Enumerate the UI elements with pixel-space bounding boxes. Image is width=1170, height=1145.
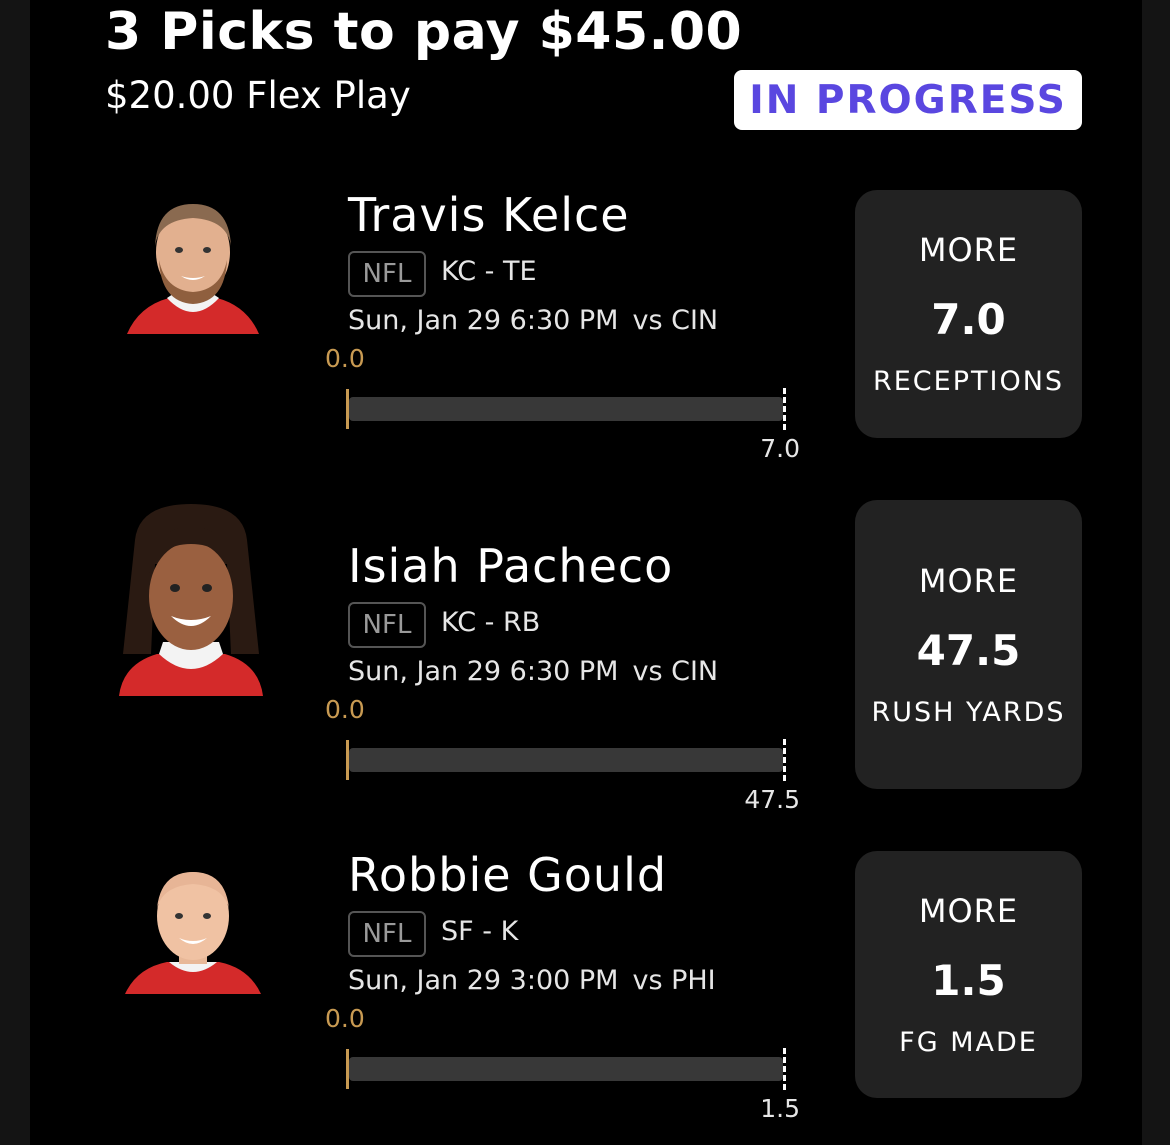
stat-type: RECEPTIONS: [872, 366, 1065, 397]
league-badge: NFL: [348, 911, 426, 957]
player-name: Isiah Pacheco: [348, 539, 674, 593]
right-gutter: [1142, 0, 1170, 1145]
game-time: Sun, Jan 29 6:30 PM: [348, 656, 619, 687]
projection-card[interactable]: MORE 47.5 RUSH YARDS: [855, 500, 1082, 789]
opponent: vs PHI: [632, 965, 716, 996]
opponent: vs CIN: [632, 305, 719, 336]
status-badge: IN PROGRESS: [734, 70, 1082, 130]
player-avatar: [121, 868, 265, 994]
game-info: Sun, Jan 29 6:30 PM vs CIN: [348, 305, 718, 336]
stat-type: FG MADE: [899, 1026, 1038, 1058]
team-position: KC - RB: [441, 607, 541, 638]
league-badge: NFL: [348, 602, 426, 648]
projection-line: 7.0: [931, 295, 1006, 344]
player-name: Robbie Gould: [348, 848, 668, 902]
progress-goal-marker: [783, 388, 786, 430]
team-position: KC - TE: [441, 256, 537, 287]
game-time: Sun, Jan 29 3:00 PM: [348, 965, 619, 996]
game-info: Sun, Jan 29 3:00 PM vs PHI: [348, 965, 716, 996]
projection-line: 47.5: [916, 625, 1021, 675]
left-gutter: [0, 0, 30, 1145]
game-info: Sun, Jan 29 6:30 PM vs CIN: [348, 656, 718, 687]
entry-subtitle: $20.00 Flex Play: [105, 74, 411, 117]
progress-goal-marker: [783, 739, 786, 781]
projection-card[interactable]: MORE 1.5 FG MADE: [855, 851, 1082, 1098]
player-avatar: [121, 198, 265, 334]
player-avatar: [119, 504, 263, 696]
progress-current: 0.0: [325, 695, 365, 724]
pick-direction: MORE: [918, 891, 1019, 930]
opponent: vs CIN: [632, 656, 719, 687]
progress-current: 0.0: [325, 344, 365, 373]
team-position: SF - K: [441, 916, 519, 947]
pick-direction: MORE: [918, 231, 1019, 269]
projection-line: 1.5: [931, 955, 1006, 1005]
player-name: Travis Kelce: [348, 188, 630, 242]
pick-direction: MORE: [918, 561, 1019, 600]
projection-card[interactable]: MORE 7.0 RECEPTIONS: [855, 190, 1082, 438]
progress-goal-marker: [783, 1048, 786, 1090]
progress-current: 0.0: [325, 1004, 365, 1033]
league-badge: NFL: [348, 251, 426, 297]
entry-title: 3 Picks to pay $45.00: [105, 2, 743, 62]
progress-goal-label: 1.5: [760, 1094, 800, 1123]
progress-bar: [349, 1057, 783, 1081]
game-time: Sun, Jan 29 6:30 PM: [348, 305, 619, 336]
progress-bar: [349, 397, 783, 421]
progress-goal-label: 7.0: [760, 434, 800, 463]
progress-bar: [349, 748, 783, 772]
stat-type: RUSH YARDS: [871, 696, 1066, 728]
progress-goal-label: 47.5: [744, 785, 800, 814]
